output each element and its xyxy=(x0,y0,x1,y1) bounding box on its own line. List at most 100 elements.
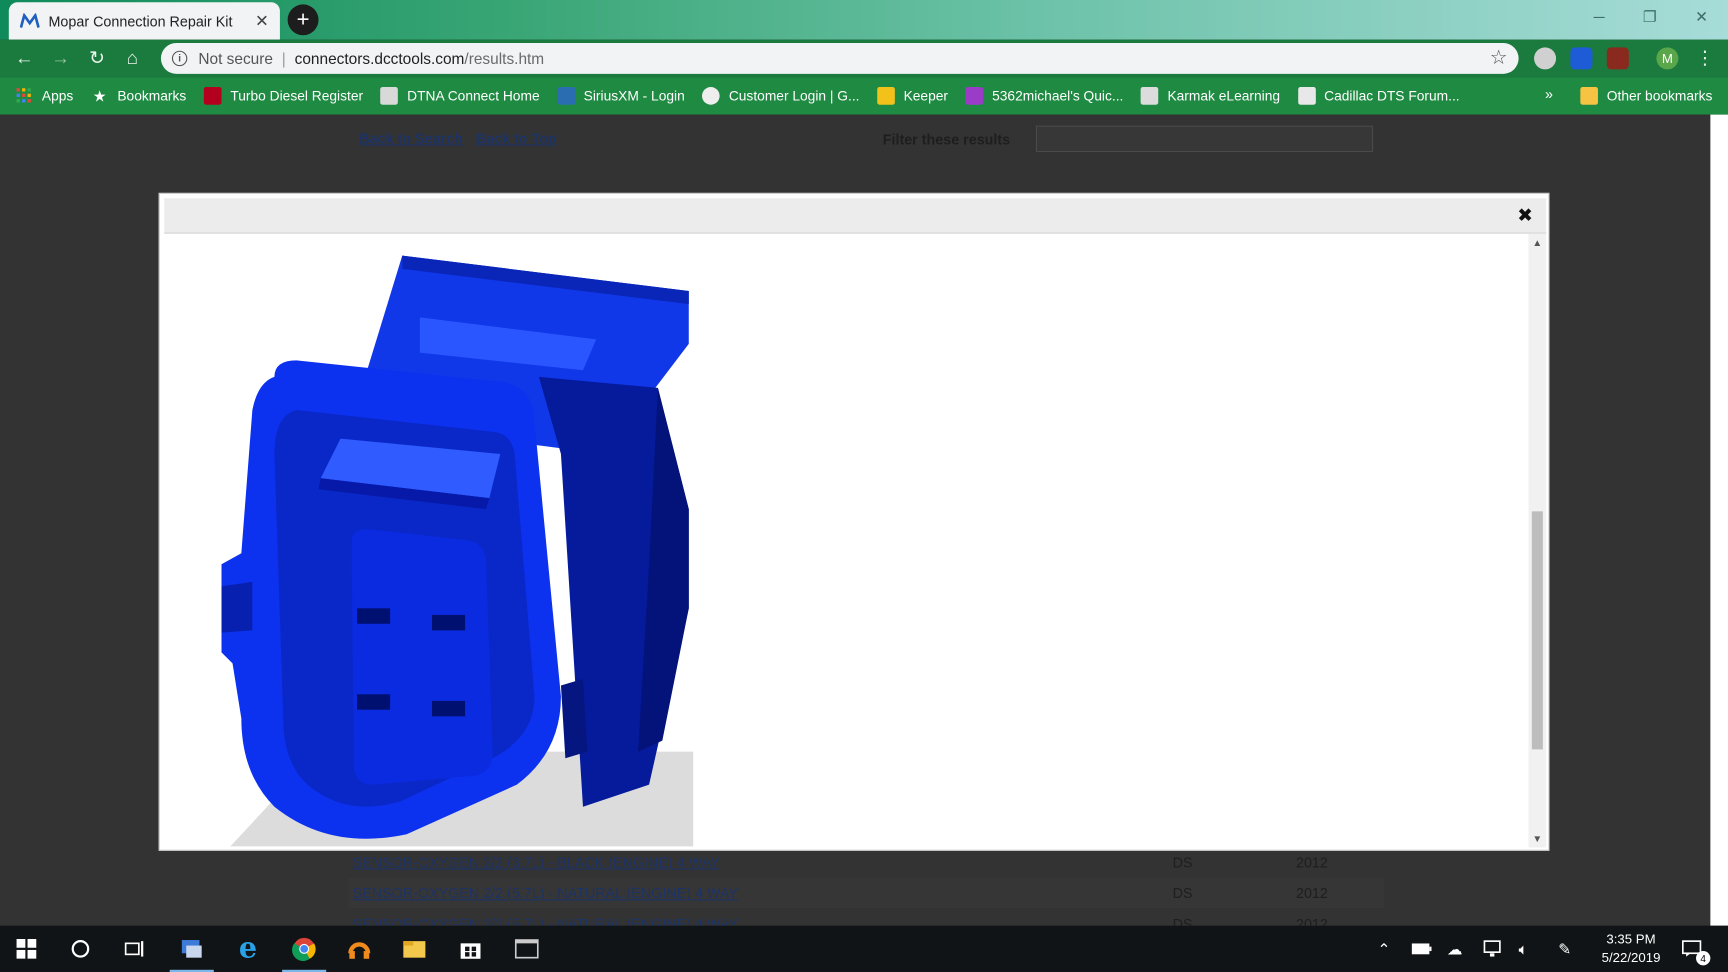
window-minimize-button[interactable]: ─ xyxy=(1574,0,1625,33)
pen-icon[interactable]: ✎ xyxy=(1558,926,1571,972)
bookmark-cadillac[interactable]: Cadillac DTS Forum... xyxy=(1297,87,1460,105)
result-link[interactable]: SENSOR-OXYGEN 2/2 (5.7L) - NATURAL (ENGI… xyxy=(353,916,738,926)
bookmarks-overflow-icon[interactable]: » xyxy=(1545,86,1553,103)
bookmark-karmak[interactable]: Karmak eLearning xyxy=(1141,87,1280,105)
bookmark-siriusxm[interactable]: SiriusXM - Login xyxy=(557,87,685,105)
modal-scrollbar[interactable]: ▲ ▼ xyxy=(1528,233,1547,848)
bookmark-5362michael[interactable]: 5362michael's Quic... xyxy=(965,87,1124,105)
store-icon[interactable] xyxy=(444,926,497,972)
back-to-top-link[interactable]: Back to Top xyxy=(476,130,557,147)
new-tab-button[interactable]: + xyxy=(287,4,319,36)
bookmark-label: Karmak eLearning xyxy=(1167,88,1281,104)
browser-title-bar: Mopar Connection Repair Kit ✕ + ─ ❐ ✕ xyxy=(0,0,1728,40)
modal-scroll-thumb[interactable] xyxy=(1531,511,1543,750)
browser-tab-active[interactable]: Mopar Connection Repair Kit ✕ xyxy=(8,2,280,40)
acrobat-extension-icon[interactable] xyxy=(1606,47,1629,70)
filter-input[interactable] xyxy=(1035,125,1374,153)
result-year: 2012 xyxy=(1295,854,1328,871)
profile-avatar[interactable]: M xyxy=(1656,47,1679,70)
bookmark-label: Turbo Diesel Register xyxy=(230,88,364,104)
bookmark-star-icon[interactable]: ☆ xyxy=(1490,46,1508,69)
address-bar[interactable]: i Not secure | connectors.dcctools.com/r… xyxy=(160,42,1519,74)
home-icon[interactable]: ⌂ xyxy=(119,45,145,71)
bookmark-customer-login[interactable]: Customer Login | G... xyxy=(702,87,860,105)
tab-close-icon[interactable]: ✕ xyxy=(255,11,269,31)
windows-start-icon[interactable] xyxy=(0,926,53,972)
back-to-search-link[interactable]: Back to Search xyxy=(359,130,463,147)
scroll-down-icon[interactable]: ▼ xyxy=(1529,830,1547,848)
action-center-icon[interactable] xyxy=(1681,926,1702,972)
taskbar-clock[interactable]: 3:35 PM 5/22/2019 xyxy=(1594,930,1669,967)
tab-title: Mopar Connection Repair Kit xyxy=(48,12,233,30)
result-source: DS xyxy=(1172,884,1193,902)
file-explorer-icon[interactable] xyxy=(388,926,441,972)
result-link[interactable]: SENSOR-OXYGEN 2/2 (3.7L) - BLACK (ENGINE… xyxy=(353,854,720,871)
page-scrollbar[interactable] xyxy=(1710,114,1728,926)
bookmark-label: Customer Login | G... xyxy=(728,88,860,104)
bookmark-apps[interactable]: Apps xyxy=(15,87,73,105)
onedrive-cloud-icon[interactable]: ☁ xyxy=(1447,926,1462,972)
window-restore-button[interactable]: ❐ xyxy=(1624,0,1675,33)
connector-3d-image xyxy=(221,255,694,847)
reload-icon[interactable]: ↻ xyxy=(84,45,110,71)
forward-arrow-icon[interactable]: → xyxy=(47,45,73,71)
battery-icon[interactable] xyxy=(1411,926,1432,972)
notification-count-badge: 4 xyxy=(1696,951,1711,966)
mopar-logo-icon xyxy=(19,13,40,28)
windows-taskbar: e ⌃ ☁ 🔈︎ ✎ 3:35 PM 5/22/2019 4 xyxy=(0,925,1728,972)
network-icon[interactable] xyxy=(1483,926,1503,972)
folder-icon xyxy=(1580,87,1598,105)
other-bookmarks[interactable]: Other bookmarks xyxy=(1580,77,1712,114)
internet-explorer-icon[interactable]: e xyxy=(222,926,275,972)
bookmark-turbo-diesel-register[interactable]: Turbo Diesel Register xyxy=(203,87,364,105)
chrome-icon[interactable] xyxy=(278,926,331,972)
other-bookmarks-label: Other bookmarks xyxy=(1606,88,1713,104)
table-row: SENSOR-OXYGEN 2/2 (5.7L) - NATURAL (ENGI… xyxy=(348,877,1385,909)
bookmark-bookmarks[interactable]: ★ Bookmarks xyxy=(91,87,186,105)
globe-icon xyxy=(702,87,721,105)
browser-menu-icon[interactable]: ⋮ xyxy=(1692,45,1718,71)
bookmark-dtna-connect[interactable]: DTNA Connect Home xyxy=(380,87,540,105)
extension-circle-icon[interactable] xyxy=(1534,47,1557,70)
clock-date: 5/22/2019 xyxy=(1601,949,1661,966)
security-status-label[interactable]: Not secure xyxy=(198,50,273,68)
window-close-button[interactable]: ✕ xyxy=(1676,0,1727,33)
result-source: DS xyxy=(1172,854,1193,871)
search-circle-icon[interactable] xyxy=(54,926,107,972)
quiz-icon xyxy=(965,87,984,105)
karmak-icon xyxy=(1141,87,1159,105)
dtna-icon xyxy=(380,87,399,105)
bookmark-label: 5362michael's Quic... xyxy=(992,88,1124,104)
browser-toolbar: ← → ↻ ⌂ i Not secure | connectors.dcctoo… xyxy=(0,39,1728,78)
bookmark-label: Bookmarks xyxy=(117,88,187,104)
url-host[interactable]: connectors.dcctools.com xyxy=(295,50,465,68)
table-row: SENSOR-OXYGEN 2/2 (3.7L) - BLACK (ENGINE… xyxy=(348,846,1384,877)
scroll-up-icon[interactable]: ▲ xyxy=(1529,234,1547,252)
bookmark-keeper[interactable]: Keeper xyxy=(877,87,948,105)
task-view-icon[interactable] xyxy=(108,926,161,972)
result-link[interactable]: SENSOR-OXYGEN 2/2 (5.7L) - NATURAL (ENGI… xyxy=(353,885,738,902)
bookmark-label: Apps xyxy=(41,88,74,104)
apps-grid-icon xyxy=(15,87,33,105)
clock-time: 3:35 PM xyxy=(1606,931,1656,947)
headset-app-icon[interactable] xyxy=(333,926,386,972)
remote-desktop-icon[interactable] xyxy=(165,926,218,972)
modal-body xyxy=(164,234,1528,848)
page-nav: Back to Search Back to Top xyxy=(359,130,565,147)
keeper-icon xyxy=(877,87,895,105)
bookmark-label: SiriusXM - Login xyxy=(583,88,685,104)
modal-close-icon[interactable]: ✖ xyxy=(1517,205,1533,227)
extension-bookmark-icon[interactable] xyxy=(1570,47,1593,70)
siriusxm-icon xyxy=(557,87,575,105)
connector-image-modal: ✖ ▲ ▼ xyxy=(158,192,1550,851)
cadillac-icon xyxy=(1297,87,1316,105)
terminal-window-icon[interactable] xyxy=(500,926,553,972)
volume-icon[interactable]: 🔈︎ xyxy=(1519,926,1528,972)
address-separator: | xyxy=(281,49,286,68)
result-source: DS xyxy=(1172,915,1193,926)
site-info-icon[interactable]: i xyxy=(171,50,188,67)
url-path[interactable]: /results.htm xyxy=(464,50,544,68)
tray-overflow-icon[interactable]: ⌃ xyxy=(1378,926,1391,972)
back-arrow-icon[interactable]: ← xyxy=(11,45,37,71)
bookmark-label: Keeper xyxy=(903,88,949,104)
